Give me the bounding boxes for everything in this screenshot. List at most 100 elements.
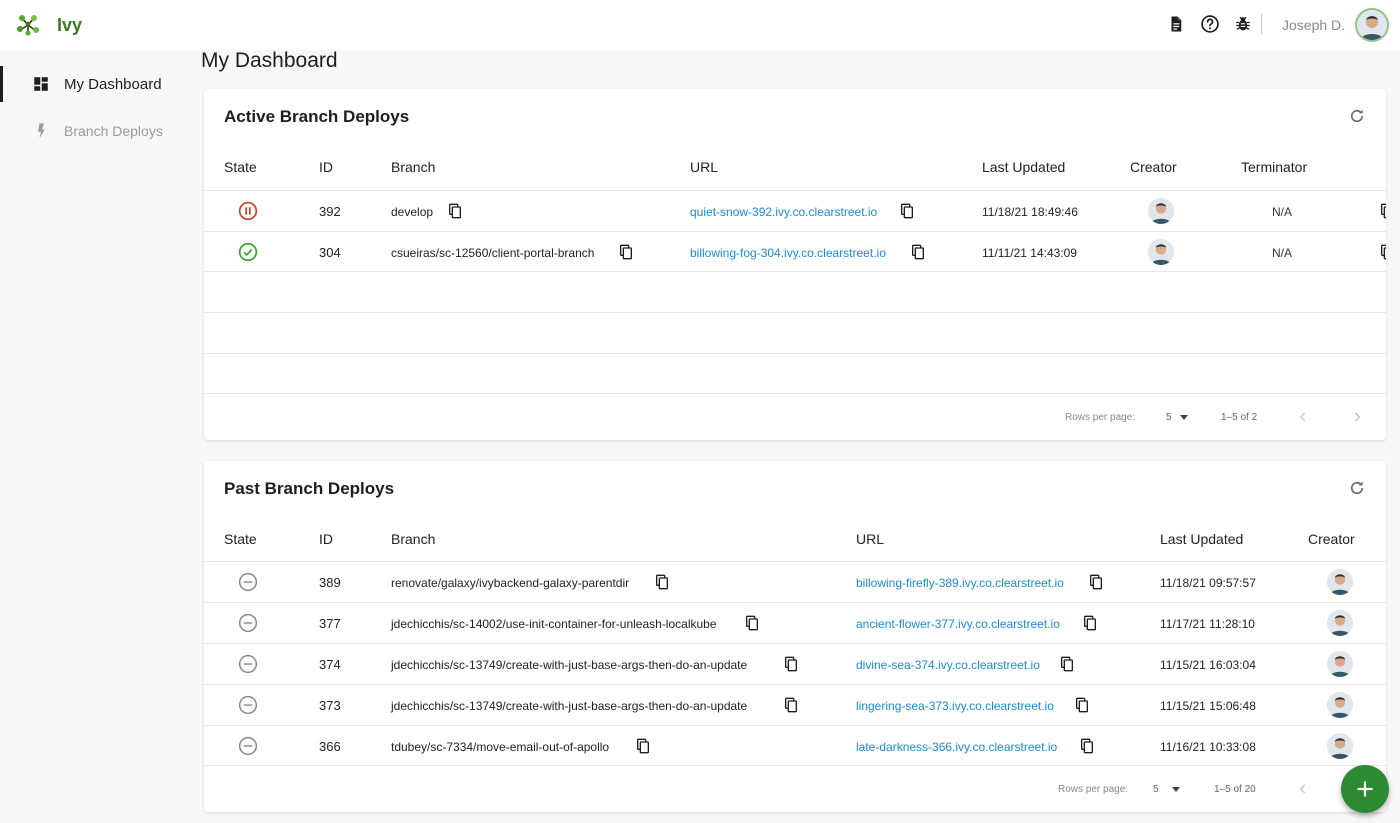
copy-icon[interactable] [618,244,634,260]
copy-icon[interactable] [744,615,760,631]
rows-per-page-dropdown-icon[interactable] [1180,415,1188,420]
terminated-state-icon [238,572,258,592]
top-bar: Ivy Joseph D. [0,0,1400,50]
column-header-id[interactable]: ID [319,159,333,175]
table-row[interactable]: 366 tdubey/sc-7334/move-email-out-of-apo… [204,725,1386,766]
copy-icon[interactable] [783,656,799,672]
column-header-url[interactable]: URL [690,159,718,175]
pagination-bar: Rows per page: 5 1–5 of 20 [204,765,1386,812]
card-title: Active Branch Deploys [224,107,410,126]
refresh-icon[interactable] [1348,479,1366,497]
branch-name: renovate/galaxy/ivybackend-galaxy-parent… [391,576,630,590]
copy-icon[interactable] [635,738,651,754]
copy-icon[interactable] [447,203,463,219]
last-updated: 11/18/21 09:57:57 [1160,576,1256,590]
last-updated: 11/11/21 14:43:09 [982,246,1077,260]
deploy-id: 389 [319,575,341,590]
column-header-last-updated[interactable]: Last Updated [1160,531,1243,547]
creator-avatar[interactable] [1327,692,1353,718]
deploy-url-link[interactable]: divine-sea-374.ivy.co.clearstreet.io [856,658,1040,672]
user-avatar[interactable] [1355,8,1389,42]
terminator-value: N/A [1272,205,1293,219]
empty-row [204,353,1386,394]
success-state-icon [238,242,258,262]
header-divider [1261,14,1262,34]
creator-avatar[interactable] [1327,651,1353,677]
help-icon[interactable] [1200,14,1220,34]
terminated-state-icon [238,736,258,756]
terminated-state-icon [238,613,258,633]
deploy-url-link[interactable]: late-darkness-366.ivy.co.clearstreet.io [856,740,1057,754]
table-row[interactable]: 373 jdechicchis/sc-13749/create-with-jus… [204,684,1386,725]
deploy-id: 377 [319,616,341,631]
user-name[interactable]: Joseph D. [1282,17,1345,33]
copy-icon[interactable] [1379,203,1386,219]
copy-icon[interactable] [910,244,926,260]
deploy-url-link[interactable]: lingering-sea-373.ivy.co.clearstreet.io [856,699,1054,713]
last-updated: 11/17/21 11:28:10 [1160,617,1255,631]
creator-avatar[interactable] [1148,198,1174,224]
paused-state-icon [238,201,258,221]
creator-avatar[interactable] [1327,733,1353,759]
ivy-logo-icon[interactable] [16,13,40,37]
pagination-range: 1–5 of 2 [1221,412,1258,423]
branch-name: tdubey/sc-7334/move-email-out-of-apollo [391,740,610,754]
table-row[interactable]: 304 csueiras/sc-12560/client-portal-bran… [204,231,1386,272]
last-updated: 11/15/21 16:03:04 [1160,658,1256,672]
rows-per-page-select[interactable]: 5 [1153,784,1159,795]
copy-icon[interactable] [1088,574,1104,590]
previous-page-icon[interactable] [1296,410,1310,424]
deploy-url-link[interactable]: billowing-firefly-389.ivy.co.clearstreet… [856,576,1064,590]
last-updated: 11/16/21 10:33:08 [1160,740,1256,754]
table-row[interactable]: 392 develop quiet-snow-392.ivy.co.clears… [204,190,1386,231]
add-deploy-button[interactable] [1341,765,1389,813]
copy-icon[interactable] [1074,697,1090,713]
terminated-state-icon [238,695,258,715]
sidebar-item-my-dashboard[interactable]: My Dashboard [0,66,190,102]
table-row[interactable]: 374 jdechicchis/sc-13749/create-with-jus… [204,643,1386,684]
copy-icon[interactable] [1059,656,1075,672]
sidebar-item-branch-deploys[interactable]: Branch Deploys [0,113,190,149]
last-updated: 11/18/21 18:49:46 [982,205,1078,219]
copy-icon[interactable] [1082,615,1098,631]
rows-per-page-dropdown-icon[interactable] [1172,787,1180,792]
document-icon[interactable] [1166,14,1186,34]
bolt-icon [38,123,45,139]
deploy-url-link[interactable]: billowing-fog-304.ivy.co.clearstreet.io [690,246,886,260]
rows-per-page-select[interactable]: 5 [1166,412,1172,423]
creator-avatar[interactable] [1148,239,1174,265]
plus-icon [1357,781,1373,797]
deploy-id: 373 [319,698,341,713]
deploy-url-link[interactable]: quiet-snow-392.ivy.co.clearstreet.io [690,205,877,219]
column-header-branch[interactable]: Branch [391,531,435,547]
column-header-url[interactable]: URL [856,531,884,547]
previous-page-icon[interactable] [1296,782,1310,796]
table-row[interactable]: 377 jdechicchis/sc-14002/use-init-contai… [204,602,1386,643]
column-header-terminator[interactable]: Terminator [1241,159,1307,175]
column-header-last-updated[interactable]: Last Updated [982,159,1065,175]
column-header-creator[interactable]: Creator [1308,531,1355,547]
next-page-icon[interactable] [1350,410,1364,424]
branch-name: jdechicchis/sc-13749/create-with-just-ba… [391,658,748,672]
copy-icon[interactable] [899,203,915,219]
column-header-branch[interactable]: Branch [391,159,435,175]
column-header-creator[interactable]: Creator [1130,159,1177,175]
branch-name: jdechicchis/sc-13749/create-with-just-ba… [391,699,748,713]
dashboard-icon [34,77,48,91]
column-header-id[interactable]: ID [319,531,333,547]
column-header-state[interactable]: State [224,159,257,175]
copy-icon[interactable] [783,697,799,713]
column-header-state[interactable]: State [224,531,257,547]
sidebar-item-label: My Dashboard [64,76,162,93]
refresh-icon[interactable] [1348,107,1366,125]
app-name[interactable]: Ivy [57,15,82,36]
bug-icon[interactable] [1233,14,1253,34]
copy-icon[interactable] [1379,244,1386,260]
creator-avatar[interactable] [1327,569,1353,595]
deploy-url-link[interactable]: ancient-flower-377.ivy.co.clearstreet.io [856,617,1060,631]
table-row[interactable]: 389 renovate/galaxy/ivybackend-galaxy-pa… [204,561,1386,602]
copy-icon[interactable] [654,574,670,590]
copy-icon[interactable] [1079,738,1095,754]
creator-avatar[interactable] [1327,610,1353,636]
past-deploys-card: Past Branch Deploys State ID Branch URL … [204,461,1386,812]
